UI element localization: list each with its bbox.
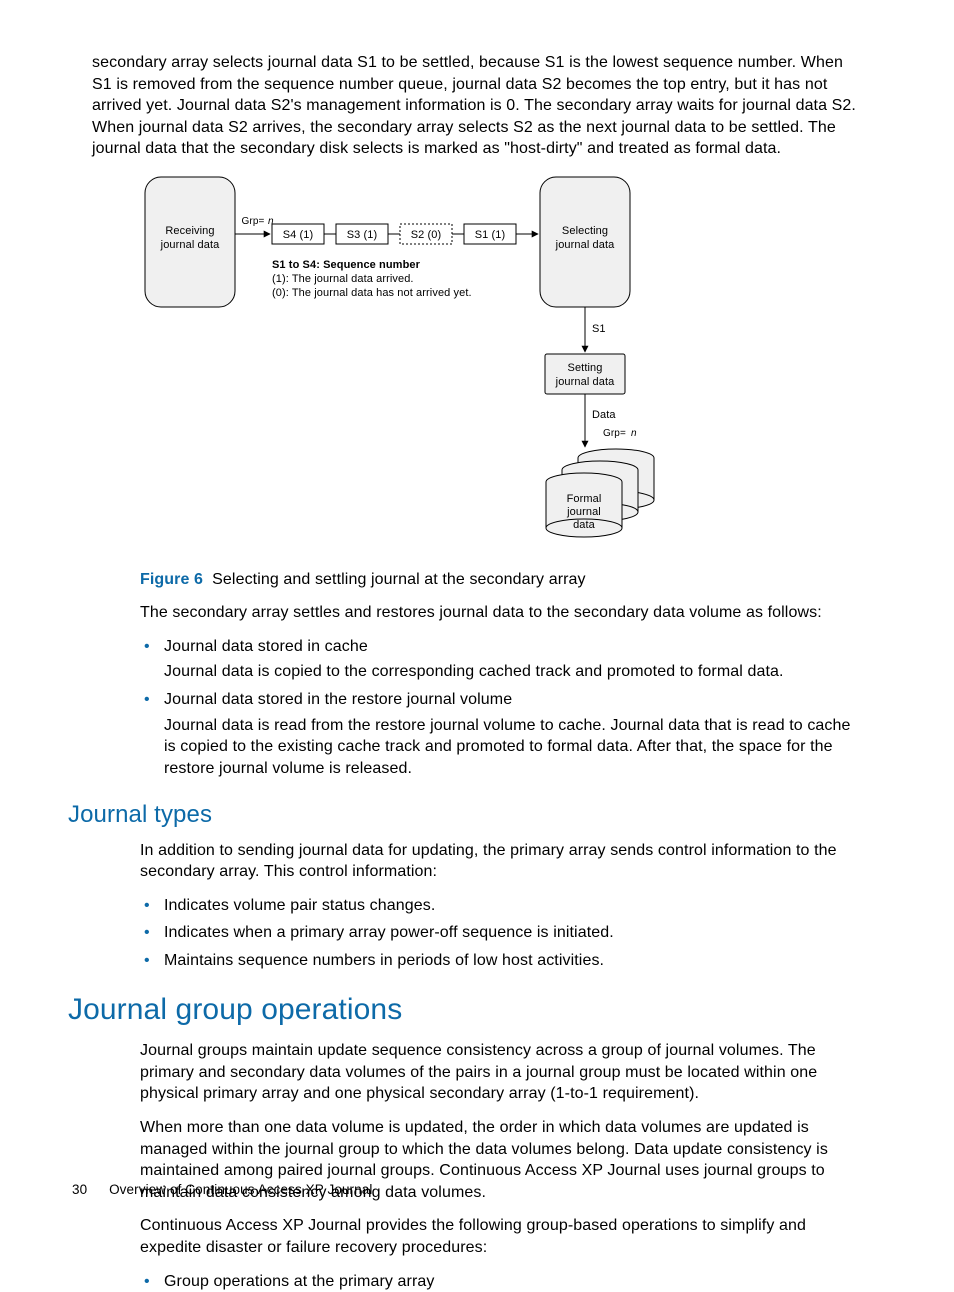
list-item: Indicates when a primary array power-off… — [140, 922, 862, 944]
s1-label: S1 — [592, 323, 606, 335]
bullet-sub: Journal data is copied to the correspond… — [164, 661, 862, 683]
bullet-text: Indicates when a primary array power-off… — [164, 924, 614, 941]
svg-text:Grp=: Grp= — [242, 216, 265, 227]
data-label: Data — [592, 409, 616, 421]
page: secondary array selects journal data S1 … — [0, 0, 954, 1235]
svg-text:n: n — [631, 428, 637, 439]
diagram-svg: Receiving journal data Selecting journal… — [140, 172, 670, 548]
footer-text: Overview of Continuous Access XP Journal — [109, 1182, 372, 1197]
legend-title: S1 to S4: Sequence number — [272, 259, 421, 271]
queue-s1: S1 (1) — [475, 229, 506, 241]
page-footer: 30 Overview of Continuous Access XP Jour… — [72, 1181, 372, 1199]
group-bullets: Group operations at the primary array — [140, 1271, 862, 1292]
svg-text:Formal: Formal — [567, 493, 602, 505]
journal-types-intro: In addition to sending journal data for … — [140, 840, 862, 883]
queue-s4: S4 (1) — [283, 229, 314, 241]
svg-text:journal data: journal data — [160, 239, 220, 251]
svg-text:Setting: Setting — [568, 362, 603, 374]
svg-text:Selecting: Selecting — [562, 225, 608, 237]
figure-caption-text: Selecting and settling journal at the se… — [212, 571, 586, 588]
bullet-lead: Journal data stored in the restore journ… — [164, 691, 512, 708]
svg-text:data: data — [573, 519, 596, 531]
list-item: Journal data stored in cache Journal dat… — [140, 636, 862, 683]
svg-text:journal data: journal data — [555, 376, 615, 388]
list-item: Maintains sequence numbers in periods of… — [140, 950, 862, 972]
figure-label: Figure 6 — [140, 571, 203, 588]
bullet-text: Maintains sequence numbers in periods of… — [164, 952, 604, 969]
bullet-text: Indicates volume pair status changes. — [164, 897, 435, 914]
bullet-sub: Journal data is read from the restore jo… — [164, 715, 862, 780]
group-ops-p3: Continuous Access XP Journal provides th… — [140, 1215, 862, 1258]
page-number: 30 — [72, 1182, 87, 1197]
intro-paragraph: secondary array selects journal data S1 … — [92, 52, 862, 160]
settles-intro: The secondary array settles and restores… — [140, 602, 862, 624]
svg-text:Receiving: Receiving — [165, 225, 214, 237]
figure-caption: Figure 6 Selecting and settling journal … — [140, 569, 862, 591]
queue-s2: S2 (0) — [411, 229, 442, 241]
figure-diagram: Receiving journal data Selecting journal… — [140, 172, 862, 555]
queue-s3: S3 (1) — [347, 229, 378, 241]
list-item: Group operations at the primary array — [140, 1271, 862, 1292]
legend-line-0: (0): The journal data has not arrived ye… — [272, 287, 472, 299]
bullet-lead: Journal data stored in cache — [164, 638, 368, 655]
control-bullets: Indicates volume pair status changes. In… — [140, 895, 862, 972]
list-item: Journal data stored in the restore journ… — [140, 689, 862, 779]
bullet-text: Group operations at the primary array — [164, 1273, 435, 1290]
heading-journal-group-ops: Journal group operations — [68, 990, 862, 1031]
legend-line-1: (1): The journal data arrived. — [272, 273, 414, 285]
svg-text:Grp=: Grp= — [603, 428, 626, 439]
svg-text:journal: journal — [566, 506, 601, 518]
list-item: Indicates volume pair status changes. — [140, 895, 862, 917]
heading-journal-types: Journal types — [68, 799, 862, 831]
svg-text:journal data: journal data — [555, 239, 615, 251]
group-ops-p1: Journal groups maintain update sequence … — [140, 1040, 862, 1105]
restore-bullets: Journal data stored in cache Journal dat… — [140, 636, 862, 780]
